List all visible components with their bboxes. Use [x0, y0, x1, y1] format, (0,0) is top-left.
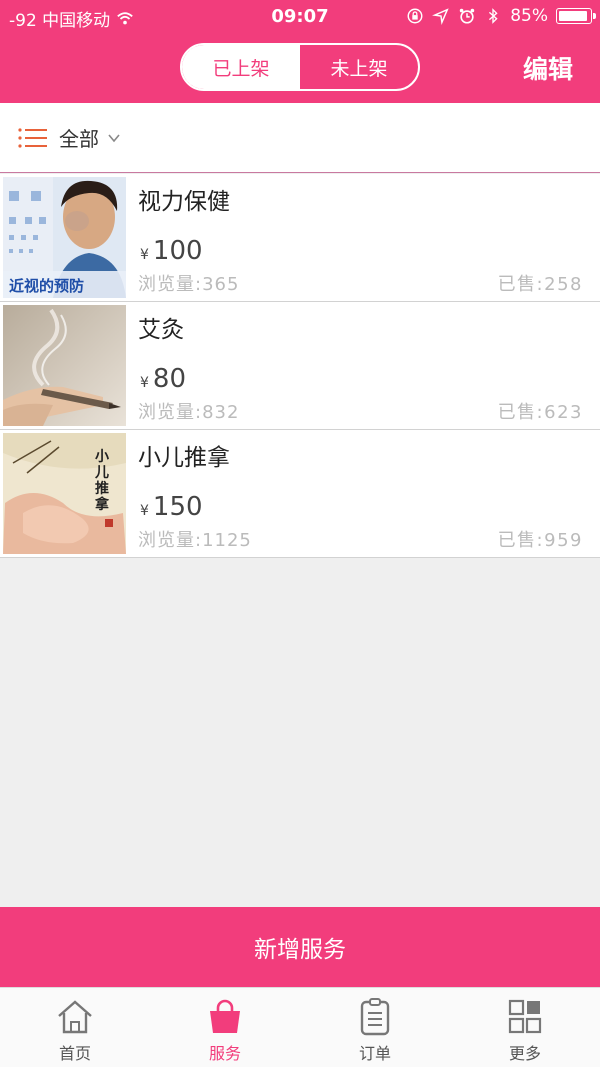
tab-on-shelf[interactable]: 已上架 [182, 45, 300, 89]
service-price: ¥150 [140, 492, 203, 522]
grid-icon [508, 999, 542, 1034]
sold-value: 623 [544, 402, 583, 423]
views-value: 832 [202, 402, 240, 423]
thumb-caption: 近视的预防 [9, 277, 84, 295]
rotation-lock-icon [407, 8, 423, 24]
thumb-caption-char: 拿 [94, 496, 110, 513]
service-thumbnail: 近视的预防 [3, 177, 126, 298]
service-thumbnail [3, 305, 126, 426]
views-value: 365 [202, 274, 240, 295]
home-icon [58, 1000, 92, 1034]
views-label: 浏览量: [138, 402, 203, 423]
view-count: 浏览量:365 [138, 270, 239, 296]
child-eye-image: 近视的预防 [3, 177, 126, 298]
status-right: 85% [406, 6, 596, 26]
views-label: 浏览量: [138, 530, 203, 551]
sold-count: 已售:258 [498, 270, 583, 296]
service-title: 视力保健 [138, 189, 230, 215]
service-thumbnail: 小 儿 推 拿 [3, 433, 126, 554]
tab-home[interactable]: 首页 [0, 988, 150, 1067]
thumb-caption-char: 儿 [94, 465, 109, 481]
sold-value: 959 [544, 530, 583, 551]
tab-label: 服务 [208, 1044, 241, 1063]
bag-icon [210, 999, 240, 1033]
sold-count: 已售:623 [498, 398, 583, 424]
sold-count: 已售:959 [498, 526, 583, 552]
header: -92 中国移动 09:07 85% 已上架 未上架 编辑 [0, 0, 600, 103]
tab-label: 订单 [358, 1044, 391, 1063]
thumb-caption-char: 小 [95, 449, 109, 465]
sold-label: 已售: [497, 274, 545, 295]
price-amount: 80 [152, 364, 187, 394]
child-massage-image: 小 儿 推 拿 [3, 433, 126, 554]
service-title: 小儿推拿 [138, 445, 230, 471]
status-bar: -92 中国移动 09:07 85% [0, 0, 600, 34]
moxibustion-image [3, 305, 126, 426]
service-price: ¥100 [140, 236, 203, 266]
sold-label: 已售: [497, 402, 545, 423]
edit-button[interactable]: 编辑 [523, 50, 573, 86]
view-count: 浏览量:1125 [138, 526, 252, 552]
service-list: 近视的预防 视力保健 ¥100 浏览量:365 已售:258 艾灸 ¥ 80 浏… [0, 174, 600, 558]
chevron-down-icon [108, 133, 120, 142]
service-item[interactable]: 近视的预防 视力保健 ¥100 浏览量:365 已售:258 [0, 174, 600, 302]
location-icon [432, 8, 449, 25]
sold-value: 258 [544, 274, 583, 295]
bluetooth-icon [489, 8, 498, 24]
alarm-icon [460, 8, 475, 24]
shelf-segmented-control: 已上架 未上架 [180, 43, 420, 91]
tab-off-shelf[interactable]: 未上架 [300, 45, 418, 89]
views-label: 浏览量: [138, 274, 203, 295]
sold-label: 已售: [497, 530, 545, 551]
service-title: 艾灸 [138, 317, 184, 343]
battery-percent: 85% [510, 6, 548, 26]
views-value: 1125 [202, 530, 252, 551]
currency-symbol: ¥ [140, 247, 149, 263]
category-filter[interactable]: 全部 [0, 103, 600, 173]
add-service-button[interactable]: 新增服务 [0, 907, 600, 987]
service-price: ¥80 [140, 364, 186, 394]
thumb-caption-char: 推 [95, 480, 109, 497]
tab-more[interactable]: 更多 [450, 988, 600, 1067]
tab-label: 首页 [58, 1044, 91, 1063]
service-item[interactable]: 小 儿 推 拿 小儿推拿 ¥150 浏览量:1125 已售:959 [0, 430, 600, 558]
price-amount: 150 [152, 492, 203, 522]
currency-symbol: ¥ [140, 375, 149, 391]
tab-orders[interactable]: 订单 [300, 988, 450, 1067]
bottom-tab-bar: 首页 服务 订单 更多 [0, 987, 600, 1067]
battery-icon [556, 8, 596, 24]
view-count: 浏览量:832 [138, 398, 239, 424]
price-amount: 100 [152, 236, 203, 266]
filter-label: 全部 [59, 127, 99, 151]
list-icon [18, 127, 47, 148]
clipboard-icon [360, 998, 390, 1036]
tab-service[interactable]: 服务 [150, 988, 300, 1067]
service-item[interactable]: 艾灸 ¥80 浏览量:832 已售:623 [0, 302, 600, 430]
currency-symbol: ¥ [140, 503, 149, 519]
tab-label: 更多 [508, 1044, 541, 1063]
